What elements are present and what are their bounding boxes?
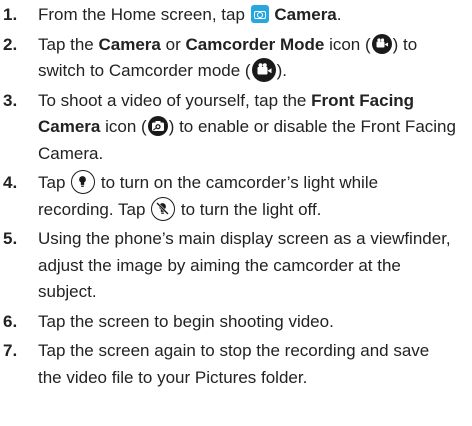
step-number: 7. bbox=[3, 341, 18, 360]
step-keyword: Camera bbox=[274, 5, 337, 24]
front-facing-camera-icon bbox=[147, 116, 168, 136]
step-text: or bbox=[165, 34, 181, 54]
step-1: 1. From the Home screen, tap Camera. bbox=[0, 2, 472, 29]
step-4: 4. Tap to turn on the camcorder’s light … bbox=[0, 170, 472, 223]
step-keyword: Camcorder Mode bbox=[185, 34, 325, 54]
step-7: 7. Tap the screen again to stop the reco… bbox=[0, 338, 472, 391]
step-number: 3. bbox=[3, 90, 18, 110]
step-text: icon ( bbox=[329, 34, 371, 54]
step-text: To shoot a video of yourself, tap the bbox=[38, 90, 307, 110]
step-text: ) to bbox=[392, 34, 418, 54]
step-list: 1. From the Home screen, tap Camera. 2. … bbox=[0, 2, 472, 391]
step-keyword: Camera bbox=[38, 117, 101, 136]
step-text: Tap bbox=[38, 173, 66, 192]
step-text: switch to Camcorder mode ( bbox=[38, 61, 251, 80]
step-text: icon ( bbox=[105, 117, 147, 136]
step-number: 6. bbox=[3, 311, 18, 331]
step-number: 1. bbox=[3, 5, 18, 24]
step-5: 5. Using the phone’s main display screen… bbox=[0, 226, 472, 306]
step-text: recording. Tap bbox=[38, 199, 146, 219]
camera-app-icon bbox=[250, 5, 269, 23]
step-3: 3. To shoot a video of yourself, tap the… bbox=[0, 88, 472, 168]
step-text: Using the phone’s main display screen as… bbox=[38, 229, 451, 248]
step-text: to turn the light off. bbox=[180, 199, 322, 219]
step-keyword: Front Facing bbox=[311, 90, 415, 110]
step-text: the video file to your Pictures folder. bbox=[38, 367, 308, 387]
step-6: 6. Tap the screen to begin shooting vide… bbox=[0, 309, 472, 336]
step-2: 2. Tap the Camera or Camcorder Mode icon… bbox=[0, 32, 472, 85]
light-off-icon bbox=[151, 196, 176, 221]
instructions-page: 1. From the Home screen, tap Camera. 2. … bbox=[0, 0, 472, 426]
step-text: . bbox=[336, 5, 342, 24]
step-text: Tap the screen again to stop the recordi… bbox=[38, 341, 430, 360]
step-text: Camera. bbox=[38, 143, 104, 163]
step-text: ) to enable or disable the Front Facing bbox=[168, 117, 456, 136]
step-text: Tap the bbox=[38, 34, 94, 54]
step-text: adjust the image by aiming the camcorder… bbox=[38, 255, 401, 275]
step-number: 5. bbox=[3, 229, 18, 248]
camcorder-mode-active-icon bbox=[251, 58, 276, 82]
light-on-icon bbox=[71, 170, 96, 194]
step-number: 2. bbox=[3, 34, 18, 54]
step-text: From the Home screen, tap bbox=[38, 5, 245, 24]
step-number: 4. bbox=[3, 173, 18, 192]
step-text: to turn on the camcorder’s light while bbox=[100, 173, 379, 192]
step-keyword: Camera bbox=[98, 34, 161, 54]
step-text: ). bbox=[276, 61, 287, 80]
camcorder-mode-icon bbox=[371, 33, 392, 54]
step-text: subject. bbox=[38, 282, 97, 301]
step-text: Tap the screen to begin shooting video. bbox=[38, 311, 334, 331]
